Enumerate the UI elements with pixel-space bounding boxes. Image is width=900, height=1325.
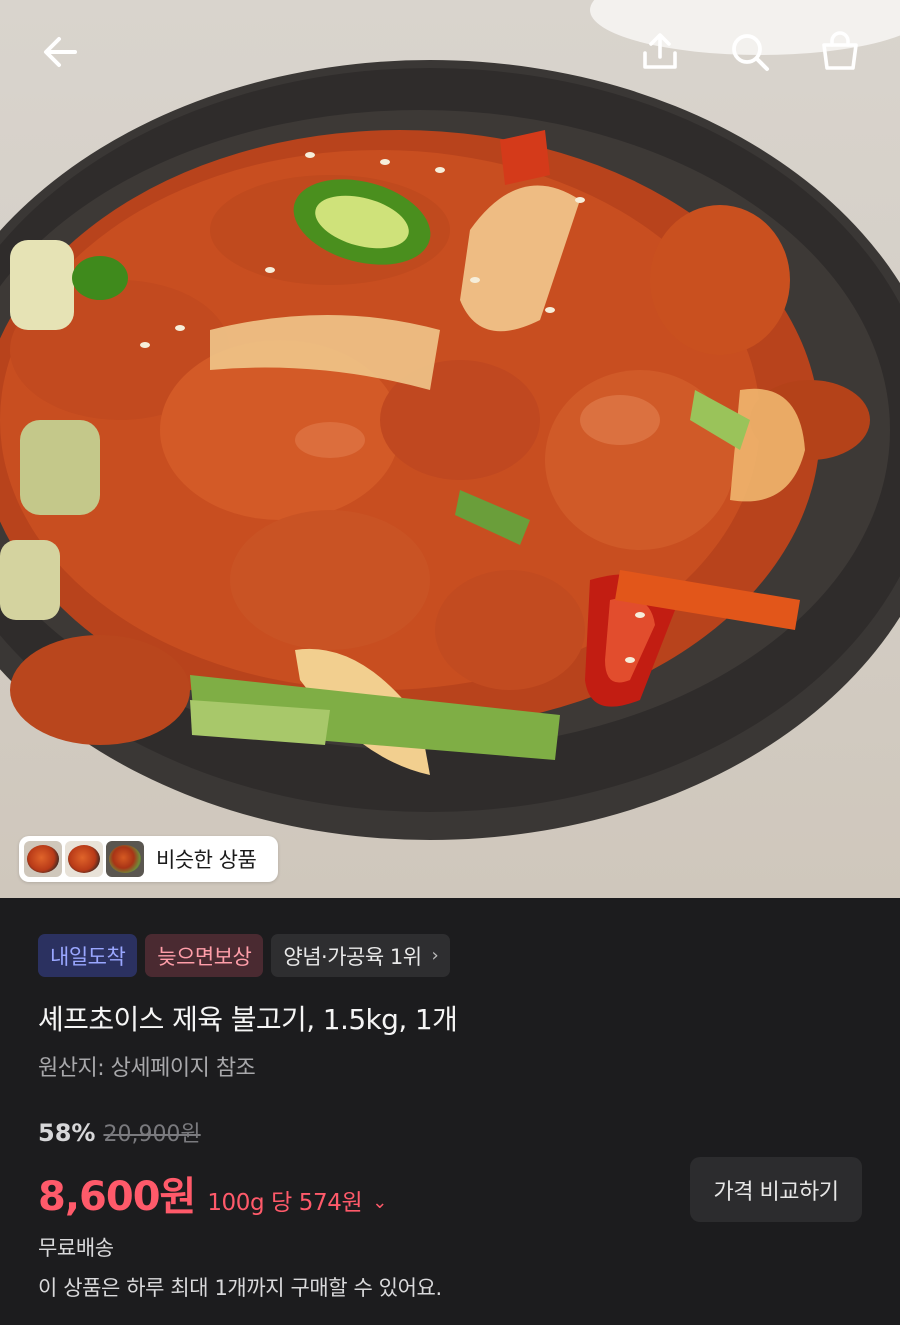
original-price: 20,900원 bbox=[103, 1122, 201, 1147]
search-icon bbox=[732, 34, 769, 71]
chevron-down-icon[interactable]: ⌄ bbox=[372, 1192, 387, 1213]
purchase-limit-notice: 이 상품은 하루 최대 1개까지 구매할 수 있어요. bbox=[38, 1276, 442, 1300]
back-button[interactable] bbox=[32, 24, 88, 80]
similar-thumbnail bbox=[106, 841, 144, 877]
share-upload-icon bbox=[643, 33, 677, 69]
sale-price: 8,600원 bbox=[38, 1174, 196, 1220]
discount-row: 58% 20,900원 bbox=[38, 1116, 201, 1148]
origin-info: 원산지: 상세페이지 참조 bbox=[38, 1056, 256, 1081]
arrival-badge: 내일도착 bbox=[38, 934, 138, 977]
unit-price[interactable]: 100g 당 574원 bbox=[207, 1183, 362, 1217]
shipping-info: 무료배송 bbox=[38, 1236, 114, 1260]
top-navigation-bar bbox=[0, 0, 900, 104]
similar-products-button[interactable]: 비슷한 상품 bbox=[19, 836, 278, 882]
search-button[interactable] bbox=[722, 24, 778, 80]
chevron-right-icon: › bbox=[431, 945, 439, 966]
cart-button[interactable] bbox=[812, 24, 868, 80]
price-row: 8,600원 100g 당 574원 ⌄ bbox=[38, 1164, 387, 1222]
similar-products-label: 비슷한 상품 bbox=[156, 848, 257, 872]
share-button[interactable] bbox=[632, 24, 688, 80]
late-compensation-label: 늦으면보상 bbox=[157, 944, 252, 969]
product-image[interactable]: 비슷한 상품 bbox=[0, 0, 900, 898]
arrow-left-icon bbox=[44, 37, 77, 67]
similar-thumbnail bbox=[65, 841, 103, 877]
late-compensation-badge: 늦으면보상 bbox=[145, 934, 264, 977]
shopping-bag-icon bbox=[822, 31, 858, 70]
product-title: 셰프초이스 제육 불고기, 1.5kg, 1개 bbox=[38, 1003, 458, 1036]
category-rank-label: 양념·가공육 1위 bbox=[283, 944, 422, 969]
badge-row: 내일도착 늦으면보상 양념·가공육 1위 › bbox=[38, 934, 451, 977]
similar-thumbnail bbox=[24, 841, 62, 877]
product-info-panel: 내일도착 늦으면보상 양념·가공육 1위 › 셰프초이스 제육 불고기, 1.5… bbox=[0, 898, 900, 1325]
food-photo bbox=[0, 0, 900, 840]
arrival-badge-label: 내일도착 bbox=[50, 944, 126, 969]
category-rank-badge[interactable]: 양념·가공육 1위 › bbox=[271, 934, 451, 977]
price-compare-button[interactable]: 가격 비교하기 bbox=[690, 1157, 862, 1222]
discount-rate: 58% bbox=[38, 1119, 96, 1147]
